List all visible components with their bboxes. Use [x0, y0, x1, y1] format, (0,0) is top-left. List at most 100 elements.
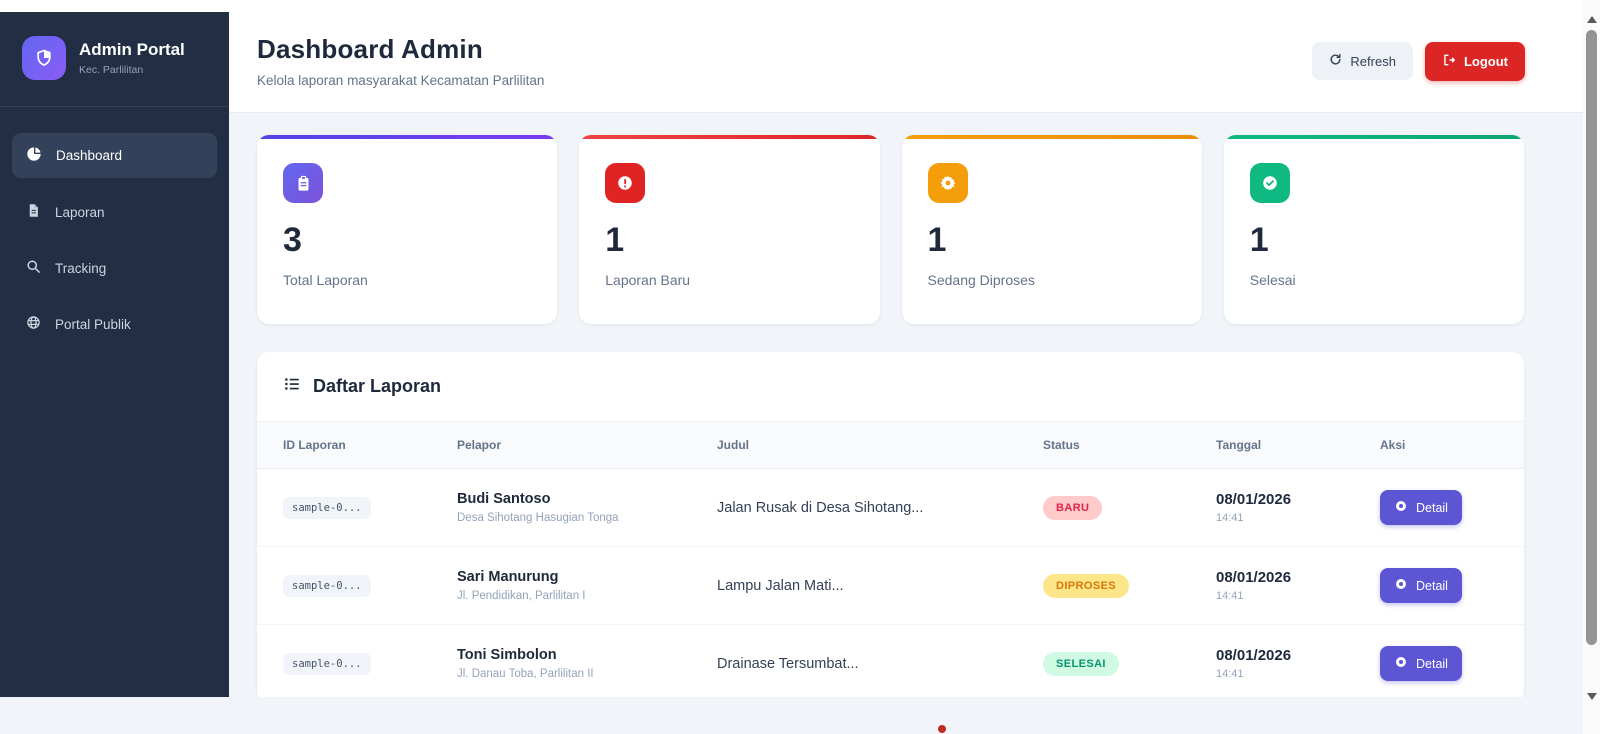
sidebar-item-label: Laporan — [55, 204, 105, 220]
shield-icon — [22, 36, 66, 80]
eye-icon — [1394, 655, 1408, 672]
red-dot — [938, 725, 946, 733]
report-date: 08/01/2026 — [1216, 647, 1292, 664]
refresh-icon — [1329, 53, 1342, 69]
detail-button-label: Detail — [1416, 656, 1448, 671]
content-area: 3 Total Laporan 1 Laporan Baru 1 Sedang … — [229, 113, 1583, 697]
status-badge: DIPROSES — [1043, 573, 1130, 598]
stat-value: 1 — [927, 221, 947, 259]
sidebar-item-tracking[interactable]: Tracking — [12, 246, 217, 290]
stat-value: 3 — [283, 221, 302, 259]
topbar: Dashboard Admin Kelola laporan masyaraka… — [229, 12, 1583, 113]
table-row: sample-0... Toni Simbolon Jl. Danau Toba… — [257, 625, 1524, 697]
report-table-card: Daftar Laporan ID Laporan Pelapor Judul … — [257, 352, 1524, 697]
clipboard-icon — [283, 163, 323, 203]
page-title: Dashboard Admin — [257, 34, 483, 64]
detail-button[interactable]: Detail — [1380, 646, 1462, 681]
stat-label: Selesai — [1249, 272, 1296, 288]
detail-button[interactable]: Detail — [1380, 568, 1462, 603]
table-title: Daftar Laporan — [313, 376, 442, 396]
reporter-address: Jl. Danau Toba, Parlilitan II — [457, 668, 594, 680]
stat-accent-bar — [1223, 135, 1524, 139]
logout-icon — [1442, 53, 1456, 70]
brand-text: Admin Portal Kec. Parlilitan — [79, 40, 185, 75]
reporter-name: Sari Manurung — [457, 569, 559, 585]
refresh-button[interactable]: Refresh — [1312, 42, 1413, 80]
stat-value: 1 — [1249, 221, 1269, 259]
main-area: Dashboard Admin Kelola laporan masyaraka… — [229, 12, 1583, 697]
logout-button[interactable]: Logout — [1424, 41, 1525, 81]
column-header-judul: Judul — [717, 438, 749, 452]
eye-icon — [1394, 577, 1408, 594]
list-icon — [283, 375, 301, 398]
report-title: Lampu Jalan Mati... — [717, 577, 844, 594]
report-id: sample-0... — [283, 496, 371, 519]
report-date: 08/01/2026 — [1216, 491, 1292, 508]
status-badge: BARU — [1043, 495, 1103, 520]
detail-button-label: Detail — [1416, 500, 1448, 515]
column-header-tanggal: Tanggal — [1216, 438, 1262, 452]
footer-strip — [0, 697, 1583, 734]
stats-grid: 3 Total Laporan 1 Laporan Baru 1 Sedang … — [257, 135, 1524, 324]
column-header-aksi: Aksi — [1380, 438, 1406, 452]
detail-button[interactable]: Detail — [1380, 490, 1462, 525]
status-badge: SELESAI — [1043, 651, 1119, 676]
stat-card-total-laporan: 3 Total Laporan — [257, 135, 558, 324]
sidebar: Admin Portal Kec. Parlilitan Dashboard L… — [0, 12, 229, 697]
report-time: 14:41 — [1216, 590, 1244, 602]
sidebar-item-laporan[interactable]: Laporan — [12, 190, 217, 234]
stat-card-laporan-baru: 1 Laporan Baru — [579, 135, 880, 324]
table-row: sample-0... Budi Santoso Desa Sihotang H… — [257, 469, 1524, 547]
sidebar-nav: Dashboard Laporan Tracking Portal Publik — [0, 107, 229, 372]
sidebar-item-dashboard[interactable]: Dashboard — [12, 133, 217, 178]
sidebar-item-portal-publik[interactable]: Portal Publik — [12, 302, 217, 346]
sidebar-item-label: Tracking — [55, 260, 107, 276]
scrollbar-down-arrow-icon[interactable] — [1587, 693, 1597, 700]
stat-label: Sedang Diproses — [927, 272, 1035, 288]
report-date: 08/01/2026 — [1216, 569, 1292, 586]
alert-circle-icon — [605, 163, 646, 203]
globe-icon — [26, 315, 41, 333]
logout-button-label: Logout — [1463, 53, 1508, 69]
document-icon — [26, 203, 41, 221]
column-header-pelapor: Pelapor — [457, 438, 502, 452]
brand-subtitle: Kec. Parlilitan — [79, 63, 144, 76]
stat-accent-bar — [257, 135, 558, 139]
report-title: Drainase Tersumbat... — [717, 655, 859, 672]
stat-accent-bar — [901, 135, 1202, 139]
scrollbar-up-arrow-icon[interactable] — [1587, 16, 1597, 23]
report-time: 14:41 — [1216, 512, 1244, 524]
stat-label: Laporan Baru — [605, 272, 691, 288]
topbar-heading: Dashboard Admin Kelola laporan masyaraka… — [257, 34, 544, 88]
brand: Admin Portal Kec. Parlilitan — [0, 12, 229, 107]
table-title-row: Daftar Laporan — [257, 352, 1524, 421]
reporter-address: Jl. Pendidikan, Parlilitan I — [457, 590, 586, 602]
browser-viewport: Admin Portal Kec. Parlilitan Dashboard L… — [0, 0, 1600, 734]
detail-button-label: Detail — [1416, 578, 1448, 593]
refresh-button-label: Refresh — [1350, 53, 1396, 69]
report-id: sample-0... — [283, 574, 371, 597]
scrollbar-thumb[interactable] — [1586, 30, 1597, 645]
stat-label: Total Laporan — [283, 272, 368, 288]
check-circle-icon — [1249, 163, 1290, 203]
reporter-name: Budi Santoso — [457, 491, 551, 507]
gear-icon — [927, 163, 968, 203]
eye-icon — [1394, 499, 1408, 516]
table-header-row: ID Laporan Pelapor Judul Status Tanggal … — [257, 421, 1524, 469]
report-time: 14:41 — [1216, 668, 1244, 680]
column-header-status: Status — [1043, 438, 1080, 452]
report-id: sample-0... — [283, 652, 371, 675]
sidebar-item-label: Portal Publik — [55, 316, 131, 332]
stat-card-selesai: 1 Selesai — [1223, 135, 1524, 324]
page-subtitle: Kelola laporan masyarakat Kecamatan Parl… — [257, 73, 545, 88]
reporter-name: Toni Simbolon — [457, 647, 557, 663]
stat-card-sedang-diproses: 1 Sedang Diproses — [901, 135, 1202, 324]
column-header-id: ID Laporan — [283, 438, 346, 452]
admin-portal-app: Admin Portal Kec. Parlilitan Dashboard L… — [0, 12, 1583, 697]
vertical-scrollbar[interactable] — [1583, 0, 1600, 734]
brand-title: Admin Portal — [79, 40, 185, 60]
table-row: sample-0... Sari Manurung Jl. Pendidikan… — [257, 547, 1524, 625]
report-title: Jalan Rusak di Desa Sihotang... — [717, 499, 924, 516]
pie-chart-icon — [26, 146, 42, 165]
sidebar-item-label: Dashboard — [56, 148, 123, 163]
